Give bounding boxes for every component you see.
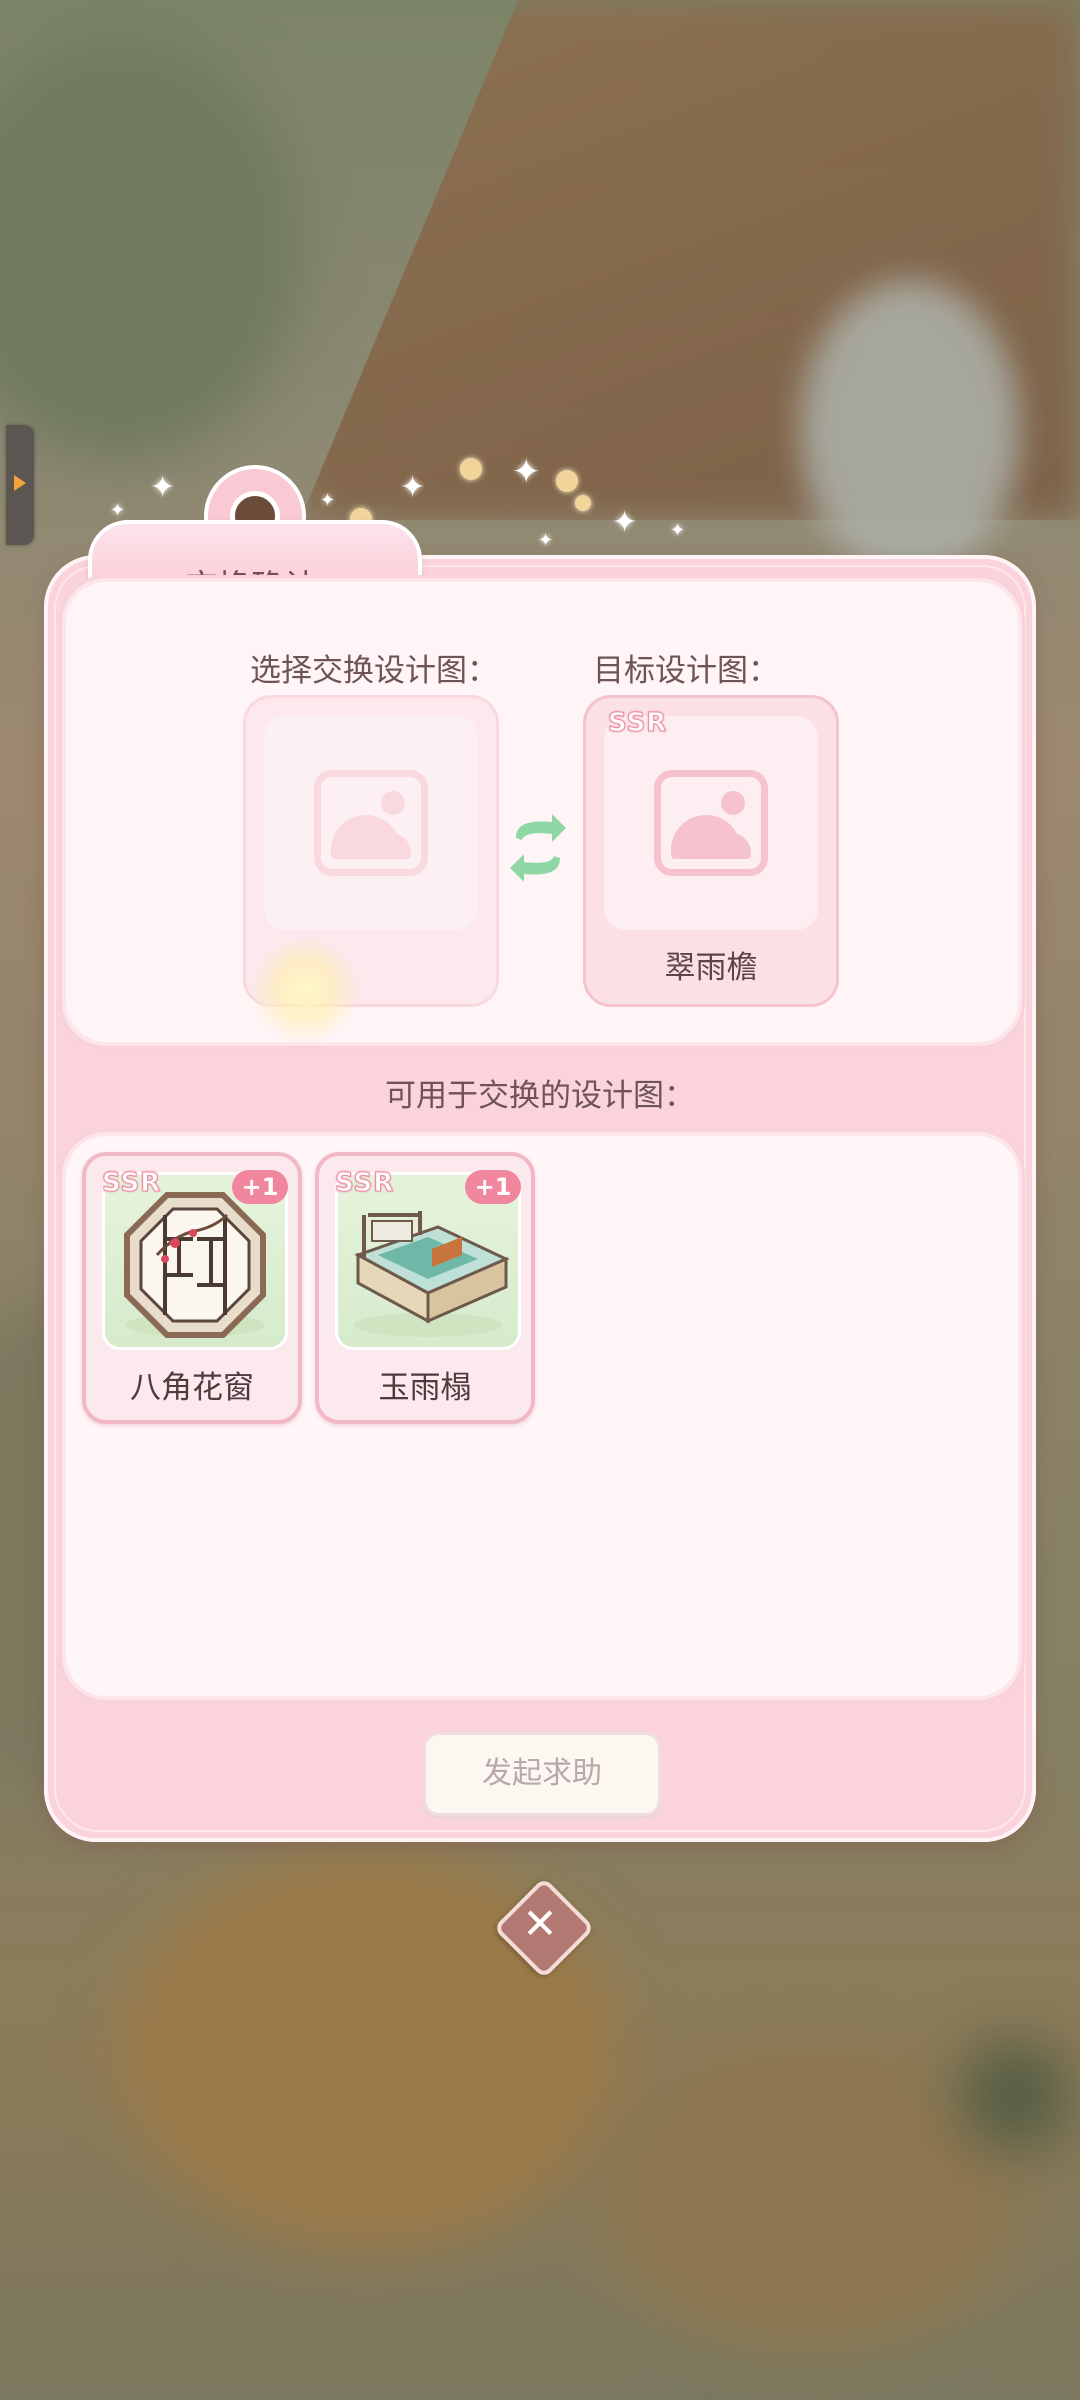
rarity-badge: SSR [334,1168,395,1199]
select-label: 选择交换设计图： [250,653,498,689]
image-placeholder-icon [654,770,768,876]
tap-effect [250,935,360,1045]
count-badge: +1 [465,1170,521,1204]
item-name: 八角花窗 [130,1370,254,1406]
bead-icon [460,458,482,480]
target-item-name: 翠雨檐 [664,950,758,986]
available-item-card[interactable]: SSR +1 八角花窗 [82,1152,302,1424]
available-label: 可用于交换的设计图： [385,1078,695,1114]
image-placeholder-icon [314,770,428,876]
side-drawer-handle[interactable] [6,425,34,545]
rarity-badge: SSR [607,708,668,739]
count-badge: +1 [232,1170,288,1204]
target-label: 目标设计图： [593,653,779,689]
sparkle-icon: ✦ [538,530,554,551]
request-help-button[interactable]: 发起求助 [423,1732,661,1816]
item-name: 玉雨榻 [378,1370,472,1406]
available-item-card[interactable]: SSR +1 玉雨榻 [315,1152,535,1424]
close-icon[interactable]: ✕ [508,1892,572,1956]
bead-icon [575,495,591,511]
rarity-badge: SSR [101,1168,162,1199]
swap-arrows-icon [510,814,566,882]
target-slot[interactable]: SSR 翠雨檐 [583,695,839,1007]
sparkle-icon: ✦ [612,505,638,540]
bead-icon [556,470,578,492]
arrow-right-icon [14,475,26,491]
sparkle-icon: ✦ [670,520,686,541]
sparkle-icon: ✦ [512,452,541,492]
